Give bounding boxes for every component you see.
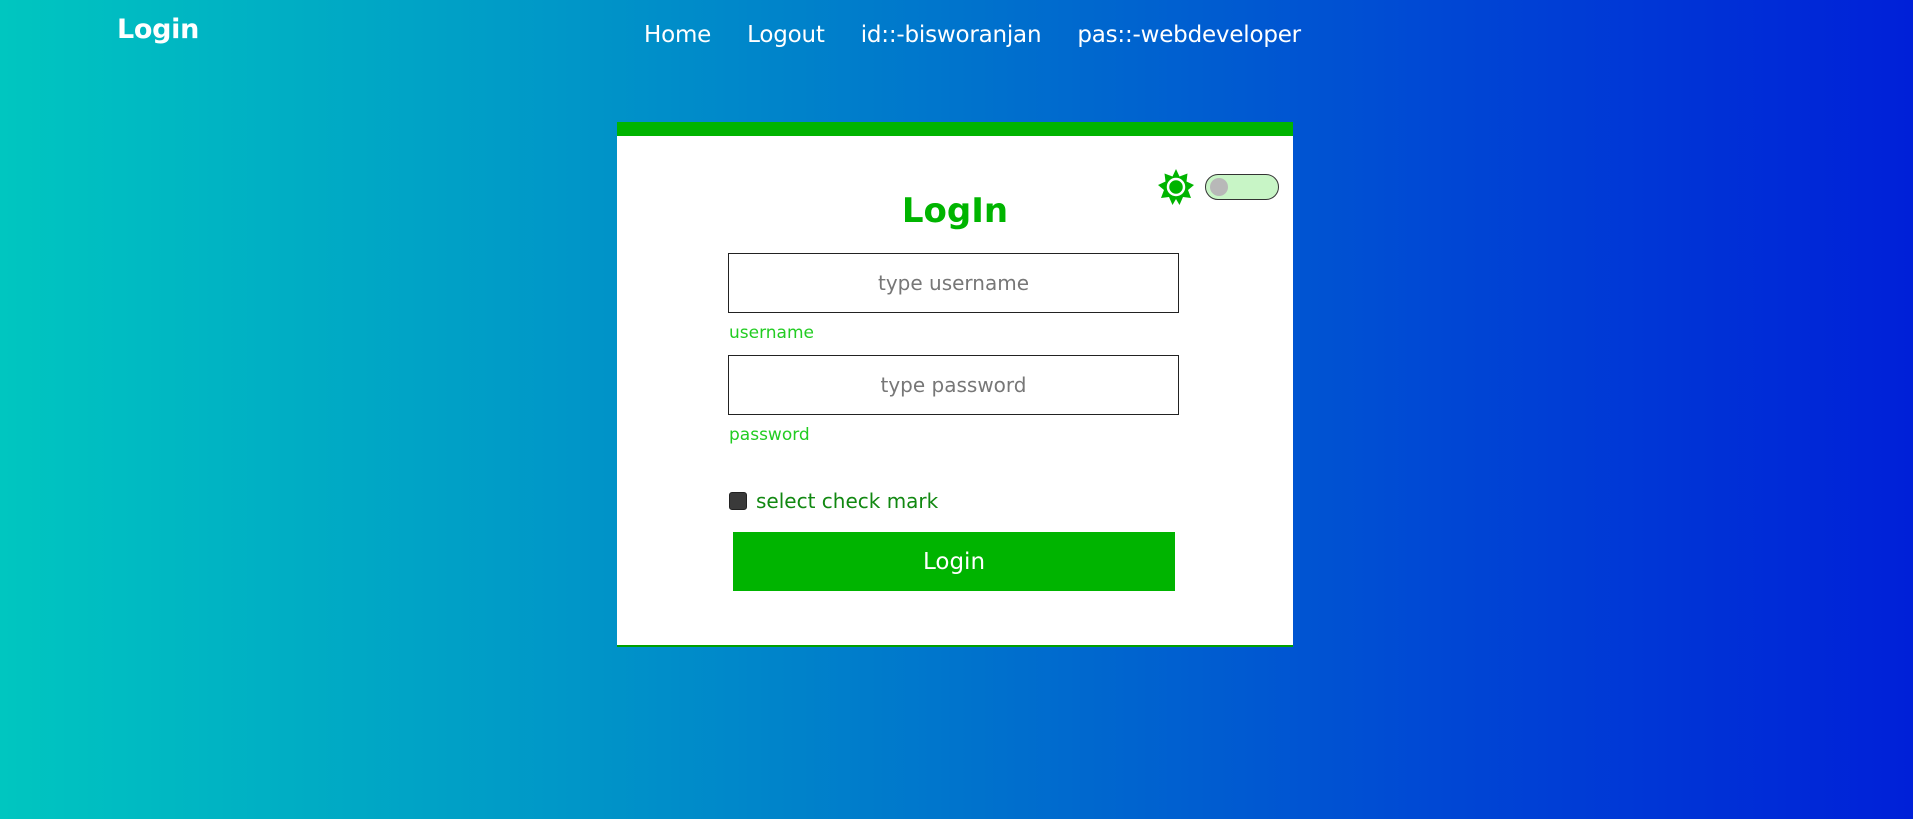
nav-home-link[interactable]: Home (644, 22, 711, 48)
password-input[interactable] (728, 355, 1179, 415)
nav-id-link[interactable]: id::-bisworanjan (861, 22, 1042, 48)
checkbox-label[interactable]: select check mark (756, 489, 938, 513)
password-label: password (729, 425, 810, 445)
login-button[interactable]: Login (733, 532, 1175, 591)
login-card: LogIn username password select check mar… (617, 122, 1293, 647)
nav-pas-link[interactable]: pas::-webdeveloper (1077, 22, 1301, 48)
card-title: LogIn (901, 191, 1009, 231)
checkbox-row: select check mark (729, 489, 938, 513)
username-input[interactable] (728, 253, 1179, 313)
top-nav: Home Logout id::-bisworanjan pas::-webde… (644, 22, 1337, 48)
nav-logout-link[interactable]: Logout (747, 22, 825, 48)
select-checkbox[interactable] (729, 492, 747, 510)
username-label: username (729, 323, 814, 343)
brand-title: Login (117, 14, 200, 45)
